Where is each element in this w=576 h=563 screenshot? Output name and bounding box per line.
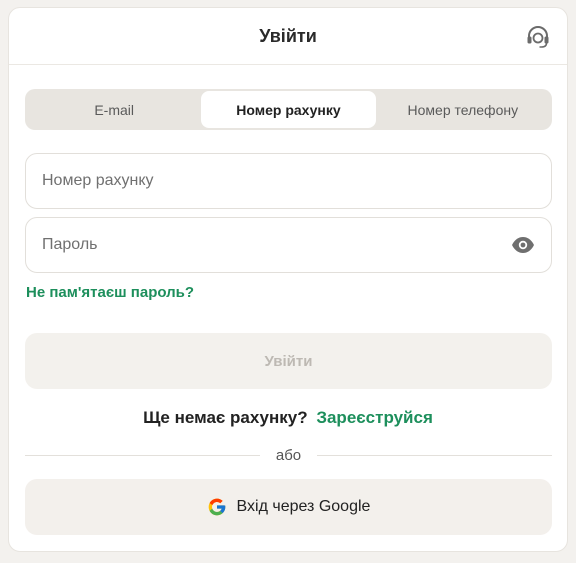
headset-icon[interactable] bbox=[525, 24, 551, 50]
account-number-field bbox=[25, 153, 552, 209]
divider: або bbox=[25, 446, 552, 464]
google-login-button[interactable]: Вхід через Google bbox=[25, 479, 552, 535]
forgot-password-link[interactable]: Не пам'ятаєш пароль? bbox=[26, 284, 194, 301]
tab-phone-number[interactable]: Номер телефону bbox=[376, 91, 550, 128]
password-field bbox=[25, 217, 552, 273]
login-card: Увійти E-mail Номер рахунку Номер телефо… bbox=[8, 7, 568, 552]
divider-line-left bbox=[25, 454, 260, 456]
login-button[interactable]: Увійти bbox=[25, 333, 552, 389]
signup-link[interactable]: Зареєструйся bbox=[316, 408, 433, 427]
google-login-label: Вхід через Google bbox=[236, 498, 371, 515]
account-number-input[interactable] bbox=[42, 154, 535, 208]
page-title: Увійти bbox=[259, 25, 317, 46]
password-input[interactable] bbox=[42, 218, 511, 272]
eye-icon[interactable] bbox=[511, 233, 535, 257]
login-method-tabs: E-mail Номер рахунку Номер телефону bbox=[25, 89, 552, 130]
header: Увійти bbox=[9, 8, 567, 65]
divider-text: або bbox=[275, 446, 302, 464]
divider-line-right bbox=[317, 454, 552, 456]
tab-email[interactable]: E-mail bbox=[27, 91, 201, 128]
tab-account-number[interactable]: Номер рахунку bbox=[201, 91, 376, 128]
google-icon bbox=[208, 498, 225, 516]
signup-question: Ще немає рахунку? bbox=[143, 408, 308, 427]
signup-prompt: Ще немає рахунку? Зареєструйся bbox=[9, 408, 567, 428]
